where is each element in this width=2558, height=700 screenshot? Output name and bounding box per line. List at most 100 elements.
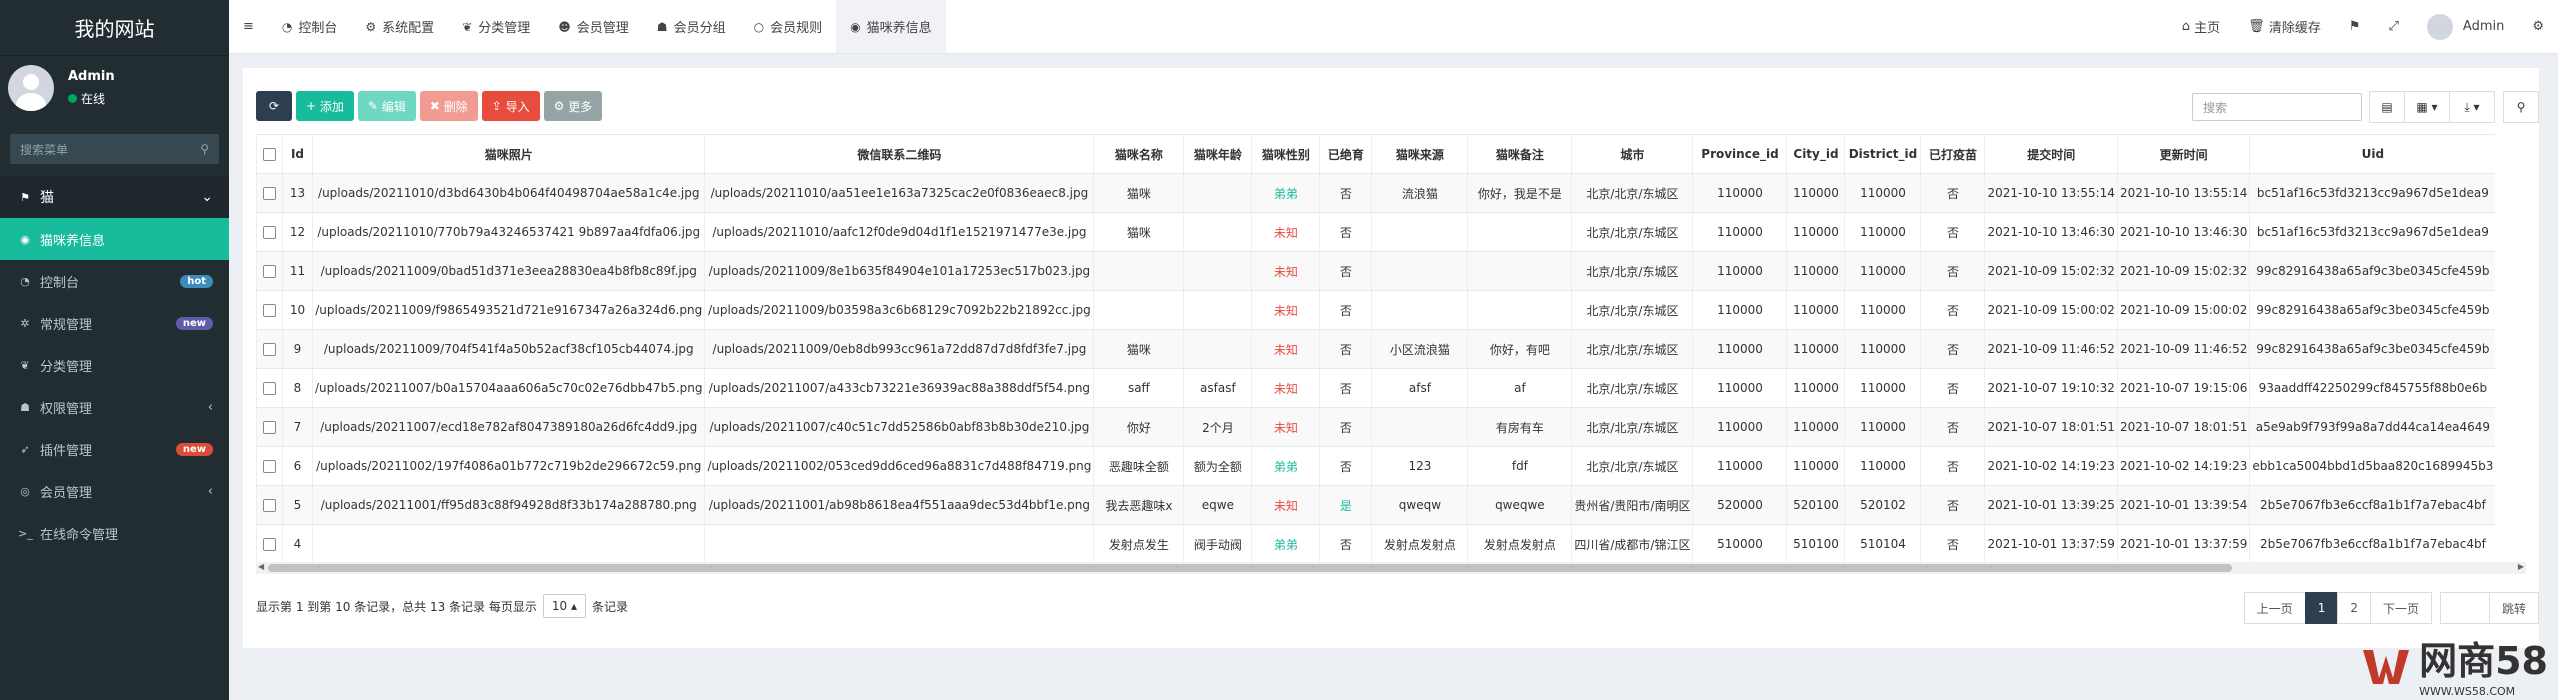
user-menu[interactable]: Admin	[2413, 13, 2518, 40]
refresh-button[interactable]: ⟳	[256, 91, 292, 121]
export-button[interactable]: ⤓ ▾	[2449, 91, 2495, 123]
table-icon: ▤	[2381, 100, 2393, 114]
jump-page-input[interactable]	[2439, 592, 2490, 624]
column-header[interactable]: 猫咪备注	[1467, 134, 1572, 174]
dashboard-icon: ◔	[20, 274, 30, 288]
table-cell: 未知	[1251, 407, 1320, 447]
table-search-input[interactable]: 搜索	[2192, 93, 2362, 121]
home-link[interactable]: ⌂ 主页	[2168, 17, 2234, 36]
checkbox-icon	[263, 538, 276, 551]
table-cell: /uploads/20211009/b03598a3c6b68129c7092b…	[704, 290, 1094, 330]
add-button[interactable]: + 添加	[296, 91, 354, 121]
table-row[interactable]: 11/uploads/20211009/0bad51d371e3eea28830…	[256, 251, 2496, 291]
table-row[interactable]: 13/uploads/20211010/d3bd6430b4b064f40498…	[256, 173, 2496, 213]
column-header[interactable]: Uid	[2249, 134, 2496, 174]
tab-category[interactable]: ❦ 分类管理	[448, 0, 544, 53]
column-header[interactable]: 已打疫苗	[1920, 134, 1985, 174]
table-cell	[1183, 329, 1252, 369]
language-button[interactable]: ⚑	[2335, 19, 2375, 34]
toggle-view-button[interactable]: ▤	[2369, 91, 2405, 123]
menu-icon[interactable]: ≡	[243, 19, 254, 34]
page-size-select[interactable]: 10 ▴	[542, 594, 586, 618]
row-checkbox[interactable]	[256, 446, 283, 486]
site-title[interactable]: 我的网站	[0, 0, 229, 56]
sidebar-item-member[interactable]: ◎ 会员管理 ‹	[0, 470, 229, 512]
tab-member[interactable]: ☻ 会员管理	[544, 0, 643, 53]
page-1-button[interactable]: 1	[2304, 592, 2339, 624]
fullscreen-button[interactable]: ⤢	[2375, 19, 2413, 34]
column-header[interactable]: 提交时间	[1984, 134, 2118, 174]
leaf-icon: ❦	[462, 19, 473, 34]
row-checkbox[interactable]	[256, 329, 283, 369]
sidebar-item-category[interactable]: ❦ 分类管理	[0, 344, 229, 386]
column-header[interactable]: City_id	[1786, 134, 1845, 174]
table-row[interactable]: 4 发射点发生 阀手动阀 弟弟否发射点发射点 发射点发射点 四川省/成都市/锦江区 5100…	[256, 524, 2496, 564]
table-row[interactable]: 9/uploads/20211009/704f541f4a50b52acf38c…	[256, 329, 2496, 369]
search-toggle-button[interactable]: ⚲	[2503, 91, 2539, 123]
more-button[interactable]: ⚙ 更多	[543, 91, 603, 121]
select-all-checkbox[interactable]	[256, 134, 283, 174]
column-header[interactable]: 城市	[1571, 134, 1693, 174]
delete-button[interactable]: ✖ 删除	[419, 91, 478, 121]
table-row[interactable]: 10/uploads/20211009/f9865493521d721e9167…	[256, 290, 2496, 330]
sidebar-item-command[interactable]: >_ 在线命令管理	[0, 512, 229, 554]
table-cell: 流浪猫	[1371, 173, 1468, 213]
edit-button[interactable]: ✎ 编辑	[357, 91, 416, 121]
table-row[interactable]: 6/uploads/20211002/197f4086a01b772c719b2…	[256, 446, 2496, 486]
row-checkbox[interactable]	[256, 212, 283, 252]
scrollbar-thumb[interactable]	[268, 564, 2232, 572]
import-button[interactable]: ⇪ 导入	[481, 91, 540, 121]
next-page-button[interactable]: 下一页	[2369, 592, 2432, 624]
scroll-left-icon[interactable]: ◀	[258, 562, 264, 571]
table-row[interactable]: 7/uploads/20211007/ecd18e782af8047389180…	[256, 407, 2496, 447]
sidebar-toggle-button[interactable]: ≡	[229, 0, 268, 53]
column-header[interactable]: Province_id	[1692, 134, 1787, 174]
scroll-right-icon[interactable]: ▶	[2518, 562, 2524, 571]
table-cell: 110000	[1692, 173, 1787, 213]
row-checkbox[interactable]	[256, 251, 283, 291]
column-header[interactable]: 猫咪性别	[1251, 134, 1320, 174]
column-header[interactable]: 猫咪照片	[311, 134, 705, 174]
tab-member-group[interactable]: ☗ 会员分组	[643, 0, 740, 53]
clear-cache-button[interactable]: 🗑 清除缓存	[2234, 17, 2335, 36]
sidebar-item-cat-info[interactable]: ◉ 猫咪养信息	[0, 218, 229, 260]
settings-button[interactable]: ⚙	[2518, 19, 2558, 34]
page-2-button[interactable]: 2	[2337, 592, 2371, 624]
row-checkbox[interactable]	[256, 524, 283, 564]
user-status: 在线	[68, 90, 115, 107]
columns-button[interactable]: ▦ ▾	[2404, 91, 2450, 123]
row-checkbox[interactable]	[256, 485, 283, 525]
sidebar-item-cat[interactable]: ⚑ 猫 ⌄	[0, 176, 229, 218]
row-checkbox[interactable]	[256, 290, 283, 330]
sidebar-item-addon[interactable]: ➶ 插件管理 new	[0, 428, 229, 470]
row-checkbox[interactable]	[256, 368, 283, 408]
tab-cat-info[interactable]: ◉ 猫咪养信息	[836, 0, 946, 53]
sidebar-item-general[interactable]: ✲ 常规管理 new	[0, 302, 229, 344]
sidebar-item-auth[interactable]: ☗ 权限管理 ‹	[0, 386, 229, 428]
table-cell: 是	[1319, 485, 1372, 525]
tab-dashboard[interactable]: ◔ 控制台	[268, 0, 352, 53]
column-header[interactable]: 猫咪来源	[1371, 134, 1468, 174]
export-icon: ⤓ ▾	[2464, 99, 2480, 114]
table-row[interactable]: 8/uploads/20211007/b0a15704aaa606a5c70c0…	[256, 368, 2496, 408]
horizontal-scrollbar[interactable]: ◀ ▶	[256, 562, 2526, 574]
prev-page-button[interactable]: 上一页	[2243, 592, 2306, 624]
menu-search-input[interactable]: 搜索菜单 ⚲	[10, 134, 219, 164]
row-checkbox[interactable]	[256, 173, 283, 213]
tab-config[interactable]: ⚙ 系统配置	[351, 0, 448, 53]
column-header[interactable]: Id	[282, 134, 313, 174]
column-header[interactable]: District_id	[1844, 134, 1921, 174]
tab-member-rule[interactable]: ○ 会员规则	[740, 0, 837, 53]
column-header[interactable]: 微信联系二维码	[704, 134, 1094, 174]
table-row[interactable]: 12/uploads/20211010/770b79a43246537421 9…	[256, 212, 2496, 252]
column-header[interactable]: 已绝育	[1319, 134, 1372, 174]
sidebar-item-dashboard[interactable]: ◔ 控制台 hot	[0, 260, 229, 302]
table-cell: /uploads/20211010/aa51ee1e163a7325cac2e0…	[704, 173, 1094, 213]
column-header[interactable]: 猫咪名称	[1093, 134, 1184, 174]
column-header[interactable]: 更新时间	[2116, 134, 2250, 174]
jump-button[interactable]: 跳转	[2488, 592, 2539, 624]
column-header[interactable]: 猫咪年龄	[1183, 134, 1252, 174]
table-row[interactable]: 5/uploads/20211001/ff95d83c88f94928d8f33…	[256, 485, 2496, 525]
row-checkbox[interactable]	[256, 407, 283, 447]
search-icon[interactable]: ⚲	[200, 142, 209, 156]
